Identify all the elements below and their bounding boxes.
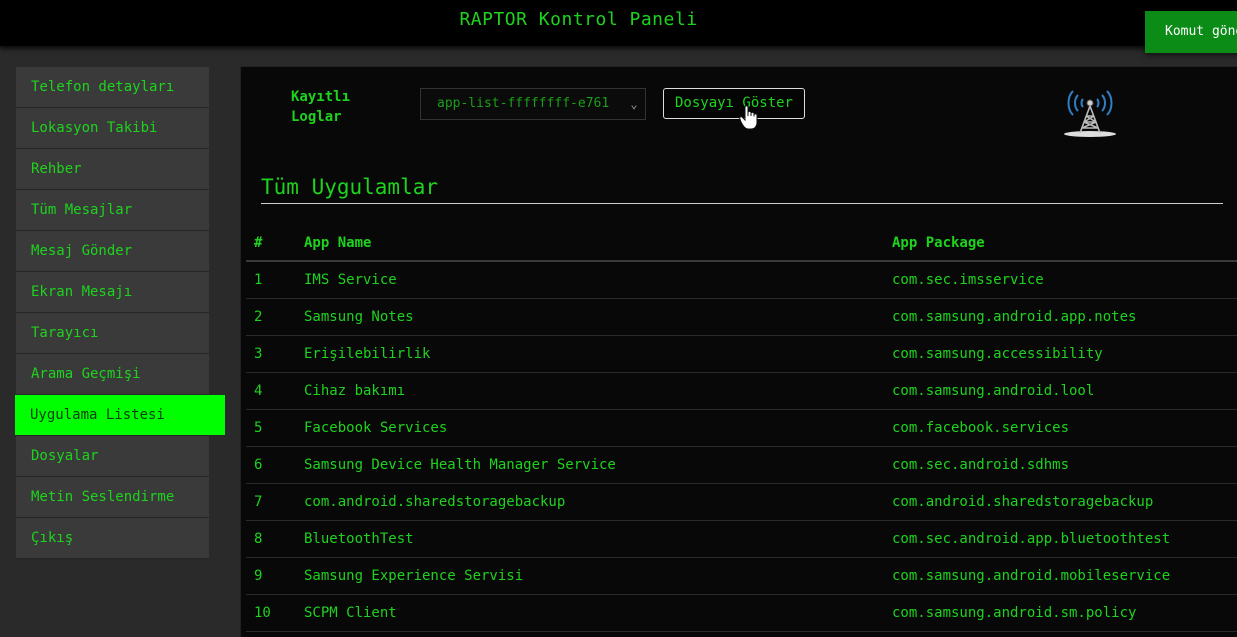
sidebar-item-app-list[interactable]: Uygulama Listesi <box>15 395 225 436</box>
table-header-row: # App Name App Package <box>246 226 1237 262</box>
row-number: 9 <box>246 557 304 595</box>
sidebar-item-contacts[interactable]: Rehber <box>16 149 209 190</box>
row-number: 1 <box>246 261 304 299</box>
app-package: com.facebook.services <box>892 409 1237 447</box>
app-name: Erişilebilirlik <box>304 335 892 373</box>
table-row: 6 Samsung Device Health Manager Service … <box>246 446 1237 484</box>
log-file-select-value: app-list-ffffffff-e761 <box>437 96 610 111</box>
app-name: Facebook Services <box>304 409 892 447</box>
app-name: Samsung Notes <box>304 298 892 336</box>
sidebar-item-text-to-speech[interactable]: Metin Seslendirme <box>16 477 209 518</box>
app-name: Samsung Device Health Manager Service <box>304 446 892 484</box>
sidebar-item-files[interactable]: Dosyalar <box>16 436 209 477</box>
table-row: 7 com.android.sharedstoragebackup com.an… <box>246 483 1237 521</box>
sidebar-item-screen-message[interactable]: Ekran Mesajı <box>16 272 209 313</box>
column-header-number: # <box>246 226 304 262</box>
sidebar-item-phone-details[interactable]: Telefon detayları <box>16 67 209 108</box>
hand-pointer-icon <box>739 105 758 130</box>
row-number: 8 <box>246 520 304 558</box>
app-name: Samsung Experience Servisi <box>304 557 892 595</box>
app-package: com.samsung.android.lool <box>892 372 1237 410</box>
show-file-button[interactable]: Dosyayı Göster <box>663 88 805 119</box>
table-row: 9 Samsung Experience Servisi com.samsung… <box>246 557 1237 595</box>
row-number: 3 <box>246 335 304 373</box>
apps-table: # App Name App Package 1 IMS Service com… <box>246 226 1237 632</box>
app-package: com.samsung.android.app.notes <box>892 298 1237 336</box>
table-row: 3 Erişilebilirlik com.samsung.accessibil… <box>246 335 1237 373</box>
column-header-app-name: App Name <box>304 226 892 262</box>
sidebar: Telefon detayları Lokasyon Takibi Rehber… <box>15 67 225 559</box>
row-number: 2 <box>246 298 304 336</box>
sidebar-item-browser[interactable]: Tarayıcı <box>16 313 209 354</box>
app-name: BluetoothTest <box>304 520 892 558</box>
main-panel: Kayıtlı Loglar app-list-ffffffff-e761 ⌄ … <box>240 66 1237 637</box>
sidebar-item-all-messages[interactable]: Tüm Mesajlar <box>16 190 209 231</box>
sidebar-item-send-message[interactable]: Mesaj Gönder <box>16 231 209 272</box>
table-row: 2 Samsung Notes com.samsung.android.app.… <box>246 298 1237 336</box>
radio-tower-icon <box>1064 90 1116 137</box>
row-number: 5 <box>246 409 304 447</box>
top-bar: RAPTOR Kontrol Paneli <box>0 0 1237 47</box>
app-package: com.android.sharedstoragebackup <box>892 483 1237 521</box>
sidebar-item-logout[interactable]: Çıkış <box>16 518 209 559</box>
app-package: com.sec.android.sdhms <box>892 446 1237 484</box>
page-title: RAPTOR Kontrol Paneli <box>459 9 698 30</box>
table-row: 5 Facebook Services com.facebook.service… <box>246 409 1237 447</box>
sidebar-item-call-history[interactable]: Arama Geçmişi <box>16 354 209 395</box>
row-number: 4 <box>246 372 304 410</box>
sidebar-item-location-tracking[interactable]: Lokasyon Takibi <box>16 108 209 149</box>
column-header-app-package: App Package <box>892 226 1237 262</box>
send-command-button[interactable]: Komut gönder <box>1145 11 1237 53</box>
app-package: com.sec.android.app.bluetoothtest <box>892 520 1237 558</box>
app-package: com.sec.imsservice <box>892 261 1237 299</box>
app-name: Cihaz bakımı <box>304 372 892 410</box>
table-row: 1 IMS Service com.sec.imsservice <box>246 261 1237 299</box>
table-row: 8 BluetoothTest com.sec.android.app.blue… <box>246 520 1237 558</box>
row-number: 6 <box>246 446 304 484</box>
table-row: 4 Cihaz bakımı com.samsung.android.lool <box>246 372 1237 410</box>
app-package: com.samsung.android.mobileservice <box>892 557 1237 595</box>
row-number: 7 <box>246 483 304 521</box>
section-title: Tüm Uygulamlar <box>261 175 1223 204</box>
app-package: com.samsung.accessibility <box>892 335 1237 373</box>
app-name: IMS Service <box>304 261 892 299</box>
saved-logs-label: Kayıtlı Loglar <box>291 89 351 125</box>
log-file-select[interactable]: app-list-ffffffff-e761 ⌄ <box>420 88 646 120</box>
chevron-down-icon: ⌄ <box>627 89 641 119</box>
app-name: com.android.sharedstoragebackup <box>304 483 892 521</box>
